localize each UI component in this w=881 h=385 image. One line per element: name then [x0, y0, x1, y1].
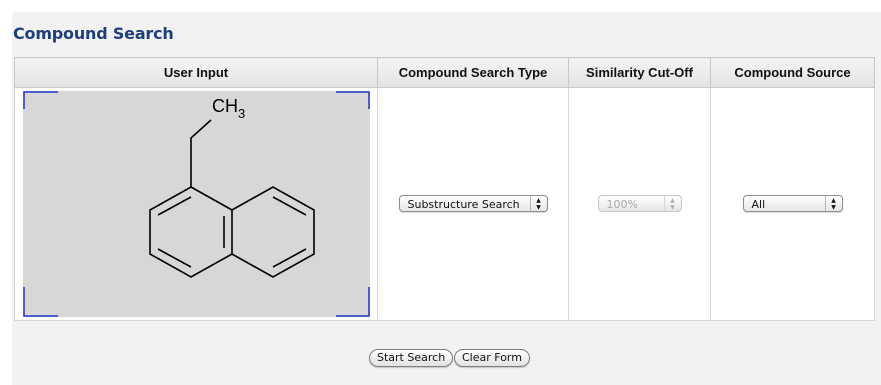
similarity-select[interactable]: 100% ▲ ▼ [597, 195, 682, 212]
updown-arrows-icon: ▲ ▼ [663, 196, 681, 211]
similarity-value: 100% [606, 198, 638, 211]
source-value: All [751, 198, 766, 211]
input-row: CH3 Substructure Search ▲▼ 100% ▲▼ All [14, 87, 875, 321]
similarity-cell: 100% ▲ ▼ [568, 87, 711, 321]
section-title: Compound Search [13, 24, 174, 43]
molecule-structure-drawing: CH3 [22, 91, 370, 317]
search-form-table: User Input Compound Search Type Similari… [14, 57, 875, 321]
column-header-similarity: Similarity Cut-Off [568, 57, 711, 88]
methyl-label: CH3 [212, 96, 245, 121]
user-input-cell: CH3 [14, 87, 378, 321]
column-header-user-input: User Input [14, 57, 378, 88]
search-type-cell: Substructure Search ▲ ▼ [377, 87, 569, 321]
column-header-search-type: Compound Search Type [377, 57, 569, 88]
updown-arrows-icon: ▲ ▼ [824, 196, 842, 211]
search-type-select[interactable]: Substructure Search ▲ ▼ [398, 195, 548, 212]
start-search-button[interactable]: Start Search [369, 349, 454, 367]
header-row: User Input Compound Search Type Similari… [14, 57, 875, 88]
updown-arrows-icon: ▲ ▼ [529, 196, 547, 211]
source-cell: All ▲ ▼ [710, 87, 875, 321]
column-header-source: Compound Source [710, 57, 875, 88]
search-type-value: Substructure Search [407, 198, 520, 211]
clear-form-button[interactable]: Clear Form [454, 349, 530, 367]
canvas-corner-marks [22, 91, 370, 317]
structure-drawing-canvas[interactable]: CH3 [22, 91, 370, 317]
source-select[interactable]: All ▲ ▼ [742, 195, 843, 212]
molecule-bonds [148, 119, 315, 278]
